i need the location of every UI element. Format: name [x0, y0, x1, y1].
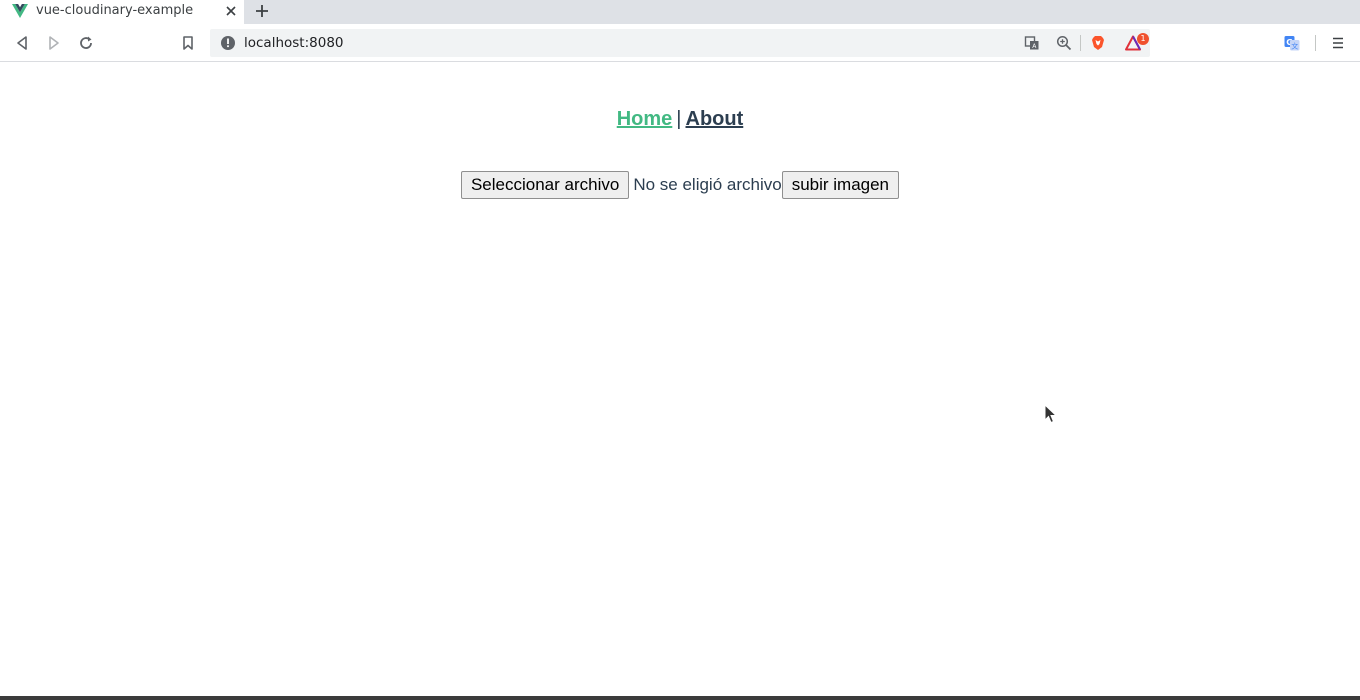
upload-image-button[interactable]: subir imagen	[781, 171, 900, 199]
nav-link-home[interactable]: Home	[617, 108, 673, 130]
nav-link-about[interactable]: About	[686, 108, 744, 130]
address-bar[interactable]: localhost:8080 A	[210, 29, 1150, 57]
url-text: localhost:8080	[244, 35, 344, 51]
mouse-pointer-icon	[1044, 404, 1058, 424]
upload-form: Seleccionar archivo No se eligió archivo…	[0, 171, 1360, 199]
omnibox-divider	[1080, 35, 1081, 51]
close-tab-icon[interactable]	[224, 4, 238, 18]
google-translate-extension-icon[interactable]: G 文	[1284, 35, 1300, 51]
back-icon[interactable]	[14, 35, 30, 51]
menu-icon[interactable]	[1330, 35, 1346, 51]
tab-strip: vue-cloudinary-example	[0, 0, 1360, 24]
browser-tab[interactable]: vue-cloudinary-example	[0, 0, 244, 24]
rewards-badge: 1	[1137, 33, 1149, 45]
main-nav: Home | About	[0, 108, 1360, 131]
svg-text:文: 文	[1291, 42, 1298, 51]
site-info-icon[interactable]	[220, 35, 236, 51]
zoom-icon[interactable]	[1056, 35, 1072, 51]
new-tab-icon[interactable]	[254, 3, 270, 19]
page-content: Home | About Seleccionar archivo No se eli…	[0, 63, 1360, 696]
reload-icon[interactable]	[78, 35, 94, 51]
file-status-text: No se eligió archivo	[633, 175, 782, 194]
toolbar-divider	[1315, 35, 1316, 51]
bookmark-icon[interactable]	[180, 35, 196, 51]
forward-icon[interactable]	[46, 35, 62, 51]
vue-logo-icon	[12, 4, 28, 18]
nav-separator: |	[676, 108, 682, 130]
brave-shield-icon[interactable]	[1090, 35, 1106, 51]
choose-file-button[interactable]: Seleccionar archivo	[460, 171, 630, 199]
tab-title: vue-cloudinary-example	[36, 3, 194, 18]
translate-icon[interactable]: A	[1024, 35, 1040, 51]
window-bottom-edge	[0, 696, 1360, 700]
browser-toolbar: localhost:8080 A 1 G 文	[0, 24, 1360, 62]
